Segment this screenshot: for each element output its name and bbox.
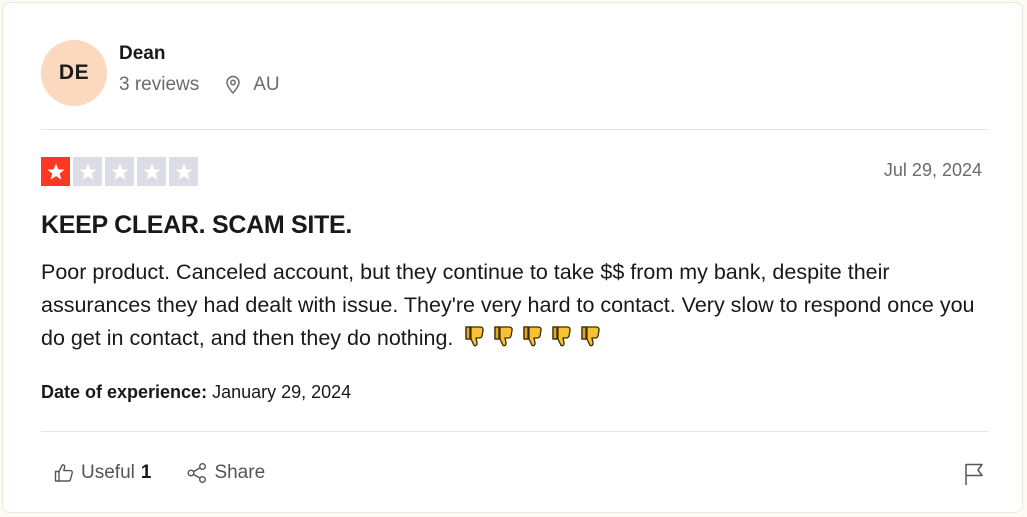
divider bbox=[41, 431, 988, 432]
reviewer-name[interactable]: Dean bbox=[119, 41, 280, 67]
experience-label: Date of experience: bbox=[41, 382, 208, 402]
review-title[interactable]: KEEP CLEAR. SCAM SITE. bbox=[41, 211, 352, 240]
location-pin-icon bbox=[226, 75, 241, 94]
useful-button[interactable]: Useful 1 bbox=[53, 462, 151, 484]
share-button[interactable]: Share bbox=[186, 462, 265, 484]
review-body: Poor product. Canceled account, but they… bbox=[41, 256, 1001, 355]
thumbs-down-emoji bbox=[494, 326, 514, 347]
divider bbox=[41, 129, 988, 130]
review-date: Jul 29, 2024 bbox=[883, 160, 982, 180]
review-card: DE Dean 3 reviews AU Jul 29, 2024 KEEP C… bbox=[2, 2, 1023, 513]
star-empty bbox=[137, 157, 166, 186]
review-actions: Useful 1 Share bbox=[53, 462, 265, 484]
reviewer-meta: 3 reviews AU bbox=[119, 74, 280, 96]
flag-icon bbox=[965, 463, 983, 485]
share-label: Share bbox=[214, 462, 266, 483]
star-filled bbox=[41, 157, 70, 186]
star-rating bbox=[41, 157, 201, 186]
useful-count: 1 bbox=[140, 462, 152, 483]
star-empty bbox=[73, 157, 102, 186]
thumbs-down-emoji bbox=[581, 326, 601, 347]
experience-date: January 29, 2024 bbox=[212, 382, 352, 402]
thumbs-up-icon bbox=[54, 464, 73, 482]
thumbs-down-emojis bbox=[463, 323, 608, 349]
reviewer-location: AU bbox=[223, 73, 280, 96]
thumbs-down-emoji bbox=[523, 326, 543, 347]
reviewer-header: DE Dean 3 reviews AU bbox=[41, 40, 280, 106]
thumbs-down-emoji bbox=[552, 326, 572, 347]
share-icon bbox=[187, 463, 207, 483]
useful-label: Useful bbox=[81, 462, 135, 483]
star-empty bbox=[105, 157, 134, 186]
review-count: 3 reviews bbox=[119, 73, 200, 95]
avatar[interactable]: DE bbox=[41, 40, 107, 106]
date-of-experience: Date of experience: January 29, 2024 bbox=[41, 382, 351, 403]
star-empty bbox=[169, 157, 198, 186]
location-text: AU bbox=[253, 73, 280, 95]
thumbs-down-emoji bbox=[465, 326, 485, 347]
report-button[interactable] bbox=[962, 461, 986, 492]
reviewer-info: Dean 3 reviews AU bbox=[119, 43, 280, 96]
